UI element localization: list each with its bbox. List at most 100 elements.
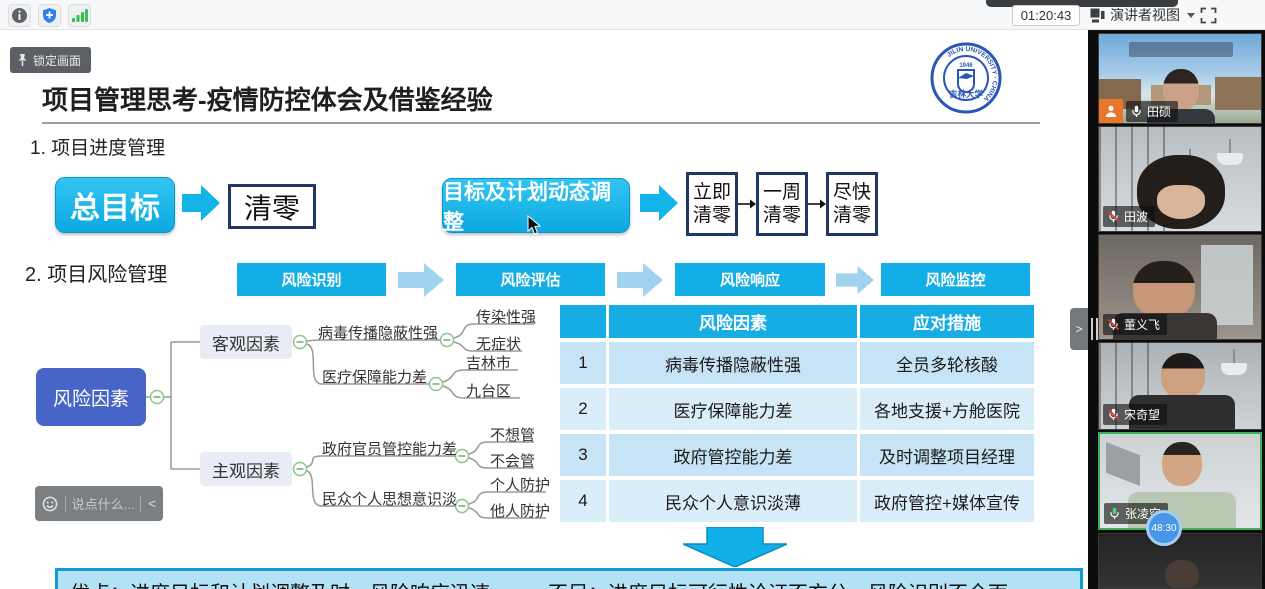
mindmap-leaf: 传染性强 [476,306,536,327]
participant-name: 田波 [1124,208,1148,225]
meeting-info-button[interactable] [8,4,31,27]
summary-pros: 优点：进度目标和计划调整及时，风险响应迅速 [70,577,490,589]
table-cell: 2 [560,388,606,430]
process-arrow-icon [617,263,663,297]
emoji-button[interactable] [35,496,65,512]
video-tile-songqiwang[interactable]: 宋奇望 [1098,342,1262,430]
sidebar-collapse-handle[interactable]: > [1070,308,1088,350]
step-line: 清零 [833,204,871,227]
person-icon [1104,104,1118,118]
view-mode-selector[interactable]: 演讲者视图 [1090,3,1195,27]
flow-arrow-icon [182,185,220,221]
participant-name-chip: 田波 [1103,206,1155,227]
participant-face [1165,560,1199,589]
mindmap-node: 民众个人思想意识淡 [322,488,457,509]
process-box: 风险评估 [456,263,605,296]
goal-box: 总目标 [55,177,175,233]
lock-view-button[interactable]: 锁定画面 [10,47,91,73]
mindmap-branch: 客观因素 [200,325,292,359]
table-header-cell [560,305,606,338]
step-line: 立即 [693,181,731,204]
network-quality-button[interactable] [68,4,91,27]
fullscreen-button[interactable] [1200,7,1217,24]
table-header-cell: 风险因素 [609,305,857,338]
meeting-duration: 01:20:43 [1012,5,1080,26]
participants-sidebar: 田硕 田波 [1088,30,1265,589]
mindmap-node: 医疗保障能力差 [322,366,427,387]
table-cell: 及时调整项目经理 [860,434,1034,476]
video-tile-dongyifei[interactable]: 董义飞 [1098,234,1262,340]
small-arrow-icon [808,198,826,210]
jilin-university-seal: JILIN UNIVERSITY · CHINA 1946 吉林大学 [928,40,1004,116]
mindmap-leaf: 不会管 [490,450,535,471]
meeting-window: 01:20:43 演讲者视图 项目管理思考-疫情防控体会及借鉴经验 JILIN … [0,0,1265,589]
process-arrow-icon [836,263,874,297]
table-cell: 政府管控能力差 [609,434,857,476]
chat-input[interactable]: 说点什么... [66,494,140,513]
participant-name-chip: 宋奇望 [1103,404,1167,425]
view-mode-label: 演讲者视图 [1110,5,1180,25]
table-header-cell: 应对措施 [860,305,1034,338]
flow-arrow-icon [640,185,678,221]
participant-name: 田硕 [1147,103,1171,120]
participant-face [1162,442,1202,486]
video-tile-zhanglingkong-active-speaker[interactable]: 张凌空 [1098,432,1262,530]
sidebar-drag-grip[interactable] [1091,318,1098,340]
video-tile-partial[interactable] [1098,533,1262,589]
table-row: 2 医疗保障能力差 各地支援+方舱医院 [560,388,1034,430]
mic-on-icon [1130,105,1143,118]
step-box: 尽快 清零 [826,172,878,236]
participant-face [1157,185,1205,219]
step-line: 一周 [763,181,801,204]
security-button[interactable] [38,4,61,27]
participant-face [1161,353,1205,399]
smiley-icon [42,496,58,512]
participant-name-chip: 田硕 [1126,101,1178,122]
step-box: 立即 清零 [686,172,738,236]
chat-collapse-button[interactable]: < [141,496,163,511]
table-cell: 病毒传播隐蔽性强 [609,342,857,384]
mic-muted-icon [1107,210,1120,223]
mindmap-leaf: 吉林市 [466,352,511,373]
summary-box: 优点：进度目标和计划调整及时，风险响应迅速 不足：进度目标可行性论证不充分，风险… [55,568,1083,589]
chevron-right-icon: > [1075,322,1082,336]
svg-text:1946: 1946 [959,63,973,69]
video-tile-tianbo[interactable]: 田波 [1098,126,1262,232]
summary-cons: 不足：进度目标可行性论证不充分，风险识别不全面 [548,577,1008,589]
background-banner [1129,42,1233,57]
table-cell: 各地支援+方舱医院 [860,388,1034,430]
participant-name: 宋奇望 [1124,406,1160,423]
mindmap-root: 风险因素 [36,368,146,426]
table-cell: 4 [560,480,606,522]
table-cell: 民众个人意识淡薄 [609,480,857,522]
mindmap-node: 病毒传播隐蔽性强 [318,322,438,343]
table-cell: 医疗保障能力差 [609,388,857,430]
table-row: 3 政府管控能力差 及时调整项目经理 [560,434,1034,476]
table-cell: 全员多轮核酸 [860,342,1034,384]
mindmap-node: 政府官员管控能力差 [322,438,457,459]
mindmap-leaf: 个人防护 [490,474,550,495]
mindmap-branch: 主观因素 [200,452,292,486]
video-tile-tianshuo[interactable]: 田硕 [1098,33,1262,124]
background-lamp [1217,153,1243,165]
svg-text:吉林大学: 吉林大学 [949,89,984,99]
step-box: 一周 清零 [756,172,808,236]
mindmap-leaf: 不想管 [490,424,535,445]
participant-name-chip: 董义飞 [1103,314,1167,335]
slide-title: 项目管理思考-疫情防控体会及借鉴经验 [42,80,493,117]
step-line: 清零 [693,204,731,227]
background-lamp [1221,363,1247,375]
mindmap-leaf: 无症状 [476,333,521,354]
big-down-arrow-icon [683,527,787,567]
table-cell: 政府管控+媒体宣传 [860,480,1034,522]
meeting-topbar: 01:20:43 演讲者视图 [0,0,1265,30]
process-box: 风险监控 [881,263,1030,296]
pin-icon [16,53,29,67]
chevron-down-icon [1187,13,1195,18]
process-box: 风险识别 [237,263,386,296]
mindmap-leaf: 他人防护 [490,500,550,521]
step-line: 清零 [763,204,801,227]
fullscreen-icon [1200,7,1217,24]
screen-share-badge [1099,99,1123,123]
participant-name: 董义飞 [1124,316,1160,333]
